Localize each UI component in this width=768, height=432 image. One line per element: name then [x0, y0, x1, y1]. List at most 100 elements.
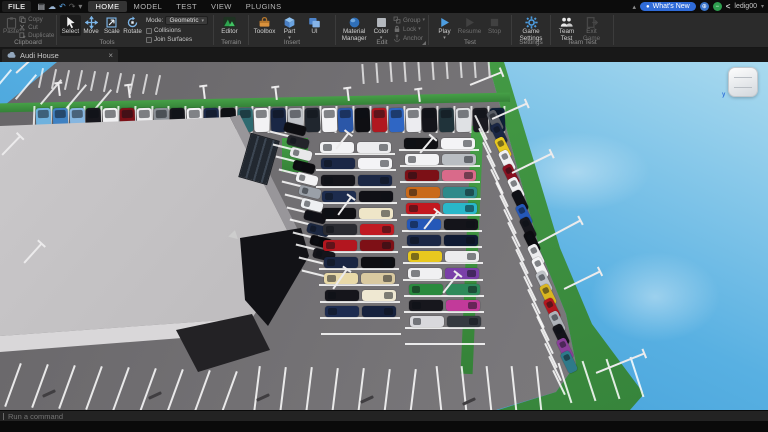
collapse-ribbon-icon[interactable]: ▴ [632, 3, 636, 11]
car[interactable] [443, 219, 478, 230]
save-icon[interactable]: ▤ [37, 2, 45, 11]
whats-new-button[interactable]: ● What's New [639, 2, 696, 11]
car-windshield [121, 109, 133, 118]
rotate-tool-button[interactable]: Rotate [122, 15, 143, 36]
tab-test[interactable]: TEST [169, 1, 204, 12]
car[interactable] [361, 289, 396, 301]
car[interactable] [409, 300, 443, 311]
move-tool-button[interactable]: Move [81, 15, 102, 36]
car[interactable] [354, 107, 371, 133]
car[interactable] [323, 256, 358, 268]
share-icon[interactable]: < [726, 2, 731, 11]
scale-label: Scale [103, 28, 120, 35]
group-button[interactable]: Group ▾ [393, 16, 425, 24]
globe-icon[interactable]: ⊕ [699, 2, 709, 11]
car[interactable] [360, 256, 395, 268]
tab-view[interactable]: VIEW [204, 1, 239, 12]
car[interactable] [446, 300, 480, 311]
car[interactable] [371, 107, 388, 133]
car[interactable] [442, 170, 476, 182]
car[interactable] [361, 273, 395, 285]
close-tab-icon[interactable]: × [108, 51, 113, 60]
command-bar[interactable] [0, 410, 768, 421]
color-button[interactable]: Color ▾ [369, 15, 393, 41]
status-icon[interactable]: − [712, 2, 722, 11]
car[interactable] [325, 306, 359, 317]
view-selector-cube[interactable]: y [722, 67, 758, 98]
car[interactable] [407, 235, 441, 247]
car[interactable] [304, 107, 321, 133]
car[interactable] [320, 158, 355, 170]
tab-plugins[interactable]: PLUGINS [239, 1, 289, 12]
stop-button[interactable]: Stop [482, 15, 507, 36]
car[interactable] [408, 283, 443, 295]
car[interactable] [441, 154, 476, 166]
car[interactable] [444, 251, 479, 263]
car[interactable] [388, 107, 405, 133]
car[interactable] [445, 267, 479, 279]
3d-viewport[interactable]: y [0, 62, 768, 410]
command-input[interactable] [8, 411, 308, 421]
car[interactable] [322, 224, 357, 235]
car[interactable] [360, 240, 394, 252]
car[interactable] [408, 267, 442, 279]
lamp-post[interactable] [15, 62, 39, 74]
car[interactable] [358, 191, 393, 203]
car[interactable] [455, 107, 472, 133]
redo-icon[interactable]: ↷ [69, 2, 76, 11]
car[interactable] [324, 289, 359, 301]
part-button[interactable]: Part ▾ [277, 15, 302, 41]
car[interactable] [321, 174, 355, 186]
car[interactable] [358, 174, 392, 186]
file-menu-button[interactable]: FILE [2, 1, 32, 12]
paste-button[interactable]: Paste [3, 15, 19, 36]
car[interactable] [404, 138, 438, 149]
user-caret-icon[interactable]: ▾ [761, 3, 764, 10]
duplicate-button[interactable]: Duplicate [19, 32, 54, 39]
car[interactable] [323, 240, 357, 252]
play-button[interactable]: Play ▾ [432, 15, 457, 41]
terrain-editor-button[interactable]: Editor [217, 15, 242, 36]
tab-home[interactable]: HOME [88, 1, 127, 12]
car[interactable] [446, 316, 481, 328]
car[interactable] [253, 107, 270, 133]
car[interactable] [357, 142, 391, 153]
lock-button[interactable]: Lock ▾ [393, 25, 425, 33]
resume-button[interactable]: Resume [457, 15, 482, 36]
toolbox-button[interactable]: Toolbox [252, 15, 277, 36]
car[interactable] [444, 235, 478, 247]
car[interactable] [445, 283, 480, 295]
toolbar-options-caret-icon[interactable]: ▾ [78, 2, 82, 11]
mode-dropdown[interactable]: Geometric ▾ [165, 16, 209, 25]
publish-icon[interactable]: ☁ [48, 2, 56, 11]
car[interactable] [407, 251, 442, 263]
select-tool-button[interactable]: Select [60, 15, 81, 36]
cut-button[interactable]: Cut [19, 24, 54, 31]
undo-icon[interactable]: ↶ [59, 2, 66, 11]
car[interactable] [441, 138, 475, 149]
car[interactable] [405, 186, 440, 198]
collisions-checkbox[interactable]: Collisions [145, 27, 208, 34]
car[interactable] [359, 207, 393, 219]
car[interactable] [409, 316, 444, 328]
car[interactable] [421, 107, 438, 133]
scale-tool-button[interactable]: Scale [101, 15, 122, 36]
car[interactable] [337, 107, 354, 133]
parking-line [319, 284, 399, 287]
copy-button[interactable]: Copy [19, 16, 54, 23]
car[interactable] [438, 107, 455, 133]
place-tab[interactable]: Audi House × [2, 49, 118, 62]
username[interactable]: ledig00 [734, 3, 757, 10]
tab-model[interactable]: MODEL [127, 1, 170, 12]
car[interactable] [405, 170, 439, 182]
car[interactable] [362, 306, 396, 317]
car[interactable] [405, 107, 422, 133]
car[interactable] [357, 158, 392, 170]
car[interactable] [442, 186, 477, 198]
car[interactable] [321, 107, 338, 133]
car[interactable] [443, 202, 477, 214]
dialog-launcher-icon[interactable] [422, 41, 426, 45]
car[interactable] [404, 154, 439, 166]
car[interactable] [359, 224, 394, 235]
ui-button[interactable]: UI [302, 15, 327, 36]
